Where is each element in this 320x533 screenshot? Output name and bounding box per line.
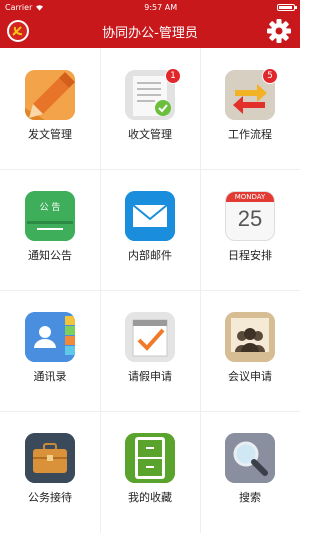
- notice-board-icon: 公 告: [25, 191, 75, 241]
- unread-badge: 5: [262, 68, 278, 84]
- search-magnifier-icon: [225, 433, 275, 483]
- battery-icon: [277, 3, 297, 11]
- grid-item-reception[interactable]: 公务接待: [0, 411, 100, 532]
- page-title: 协同办公-管理员: [102, 25, 198, 41]
- pencil-document-icon: [25, 70, 75, 120]
- calendar-day: 25: [237, 206, 263, 231]
- party-emblem-logo: [7, 20, 29, 42]
- calendar-weekday: MONDAY: [234, 193, 266, 201]
- grid-item-internal-mail[interactable]: 内部邮件: [100, 169, 200, 290]
- grid-item-favorites[interactable]: 我的收藏: [100, 411, 200, 532]
- grid-item-label: 通知公告: [28, 249, 72, 262]
- grid-item-label: 工作流程: [228, 128, 272, 141]
- grid-item-label: 通讯录: [33, 370, 67, 383]
- grid-item-leave-request[interactable]: 请假申请: [100, 290, 200, 411]
- status-time: 9:57 AM: [144, 2, 178, 12]
- grid-item-label: 公务接待: [28, 491, 72, 504]
- grid-item-label: 我的收藏: [128, 491, 172, 504]
- leave-request-icon: [125, 312, 175, 362]
- grid-item-incoming-docs[interactable]: 1 收文管理: [100, 48, 200, 169]
- contacts-book-icon: [25, 312, 75, 362]
- grid-item-contacts[interactable]: 通讯录: [0, 290, 100, 411]
- status-left: Carrier: [5, 3, 44, 12]
- grid-item-label: 日程安排: [228, 249, 272, 262]
- status-bar: Carrier 9:57 AM: [0, 0, 300, 14]
- grid-item-workflow[interactable]: 5 工作流程: [200, 48, 300, 169]
- grid-item-notices[interactable]: 公 告 通知公告: [0, 169, 100, 290]
- grid-item-meeting-request[interactable]: 会议申请: [200, 290, 300, 411]
- notice-board-text: 公 告: [39, 203, 61, 213]
- grid-item-schedule[interactable]: MONDAY 25 日程安排: [200, 169, 300, 290]
- grid-item-label: 收文管理: [128, 128, 172, 141]
- wifi-icon: [36, 4, 44, 11]
- favorites-cabinet-icon: [125, 433, 175, 483]
- grid-item-outgoing-docs[interactable]: 发文管理: [0, 48, 100, 169]
- grid-item-label: 请假申请: [128, 370, 172, 383]
- calendar-icon: MONDAY 25: [225, 191, 275, 241]
- grid-item-label: 发文管理: [28, 128, 72, 141]
- grid-item-search[interactable]: 搜索: [200, 411, 300, 532]
- meeting-icon: [225, 312, 275, 362]
- grid-item-label: 会议申请: [228, 370, 272, 383]
- briefcase-icon: [25, 433, 75, 483]
- app-grid: 发文管理 1 收文管理 5 工作流程 公 告 通知公告 内部邮件 MONDAY …: [0, 48, 300, 533]
- gear-icon[interactable]: [266, 18, 292, 44]
- mail-envelope-icon: [125, 191, 175, 241]
- carrier-label: Carrier: [5, 2, 33, 12]
- nav-bar: 协同办公-管理员: [0, 14, 300, 48]
- grid-item-label: 内部邮件: [128, 249, 172, 262]
- unread-badge: 1: [165, 68, 181, 84]
- status-right: [277, 3, 297, 11]
- grid-item-label: 搜索: [239, 491, 261, 504]
